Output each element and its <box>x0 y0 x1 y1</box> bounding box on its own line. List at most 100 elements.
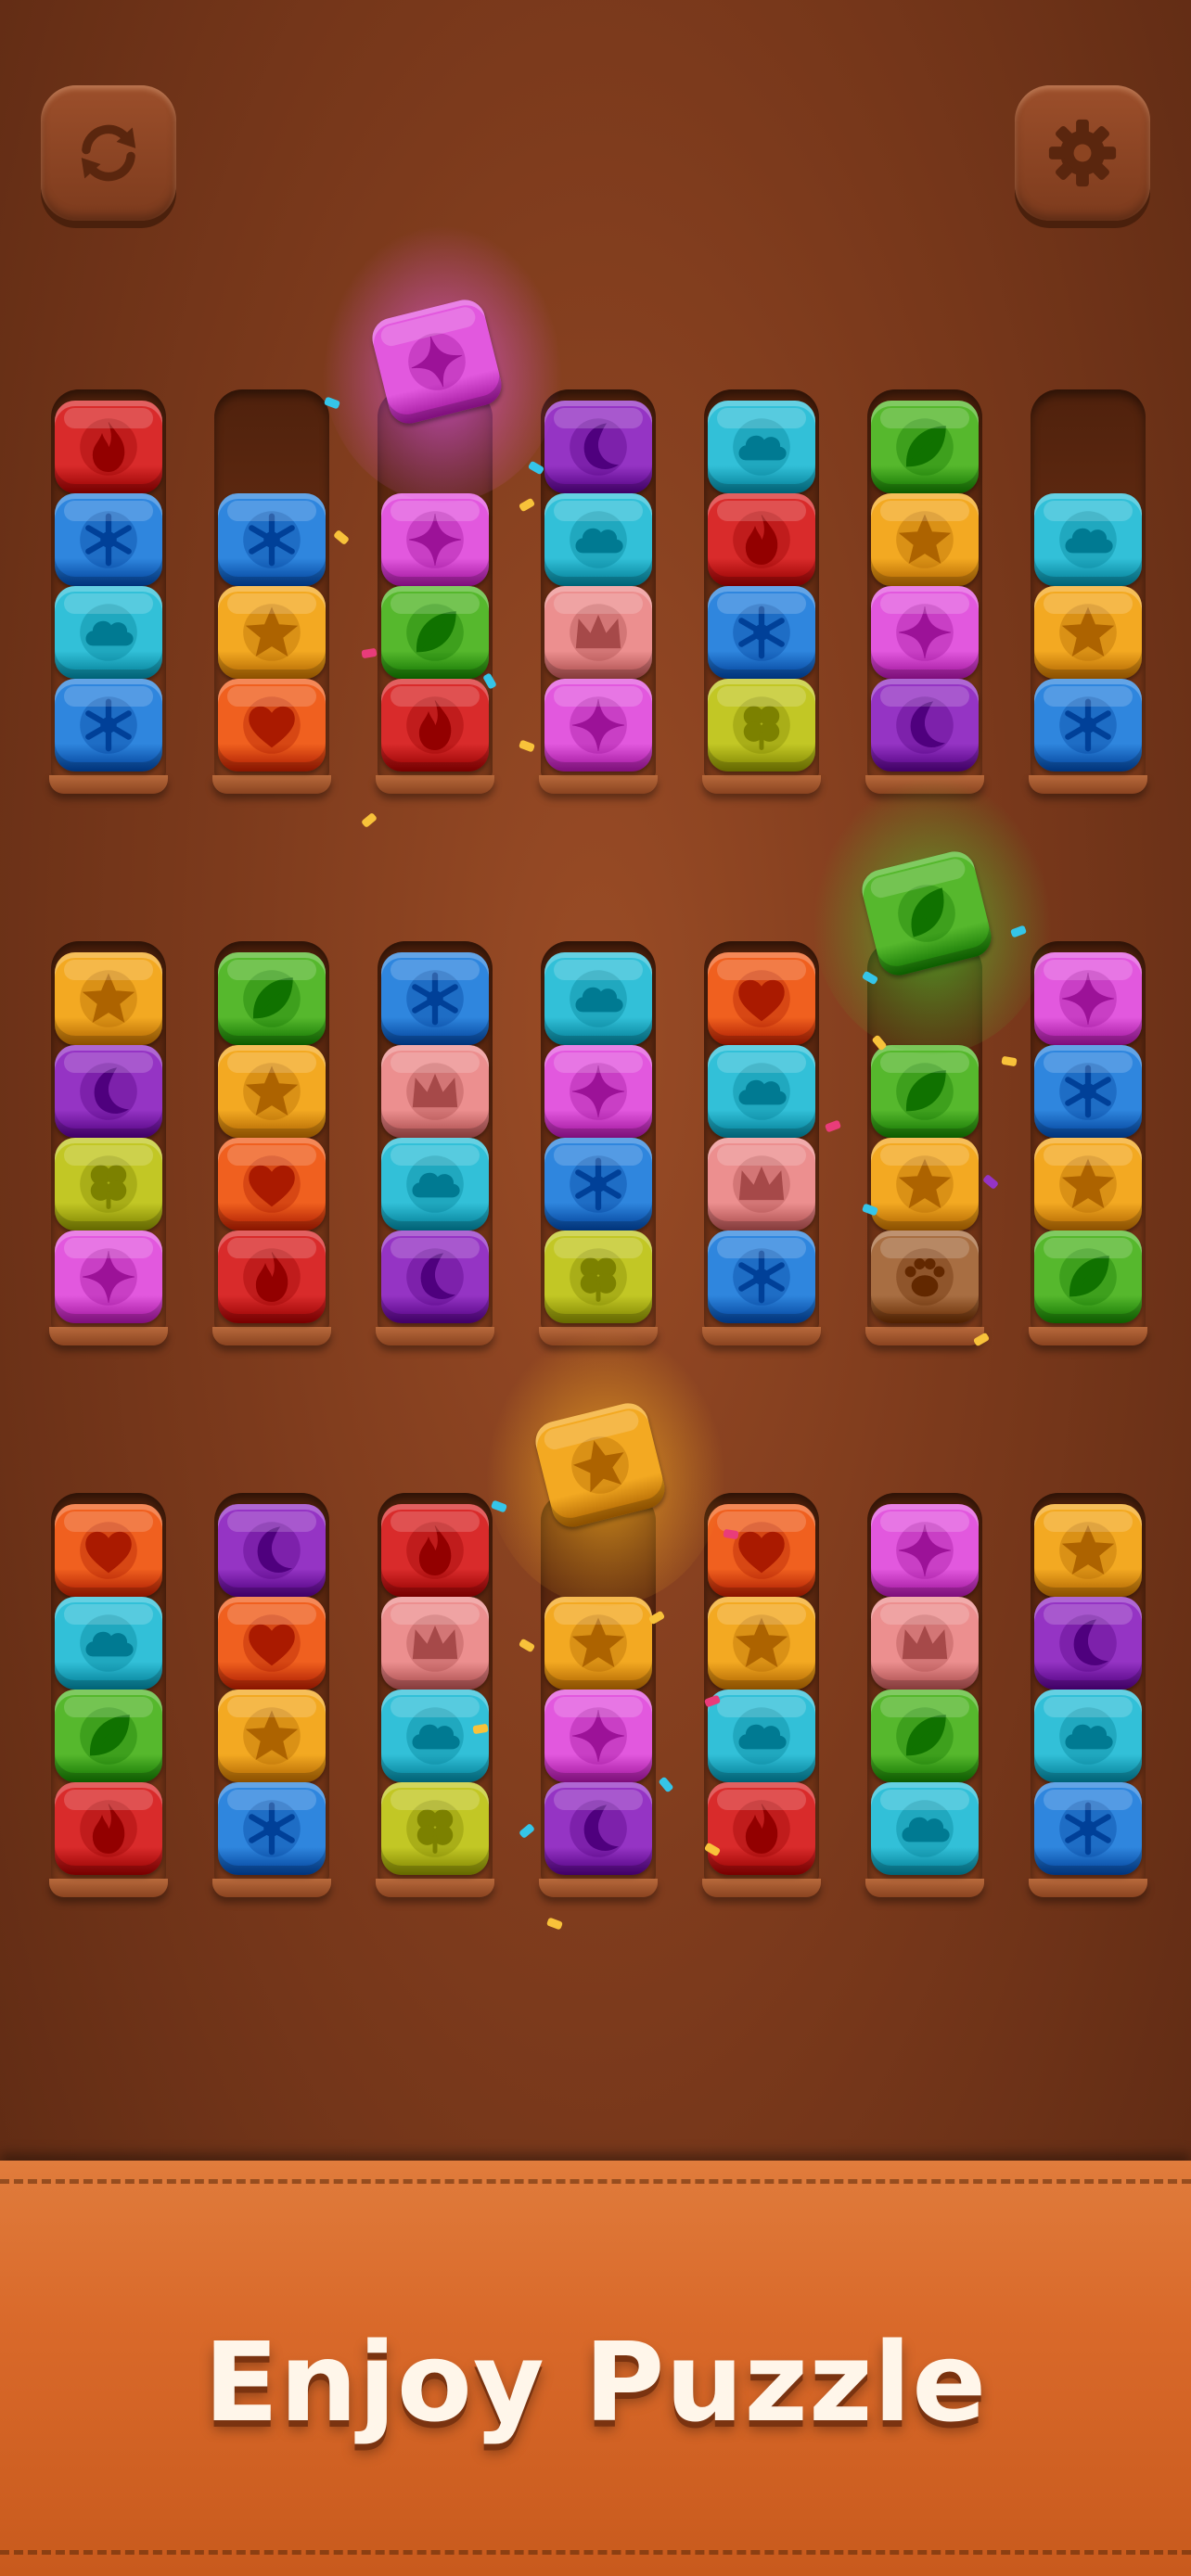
block-cyan[interactable] <box>381 1690 489 1782</box>
block-purple[interactable] <box>544 1782 652 1875</box>
block-cyan[interactable] <box>708 1045 815 1138</box>
block-red[interactable] <box>708 493 815 586</box>
block-blue[interactable] <box>218 493 326 586</box>
block-red[interactable] <box>55 1782 162 1875</box>
block-blue[interactable] <box>55 493 162 586</box>
block-orange[interactable] <box>218 679 326 772</box>
block-yellow[interactable] <box>1034 1504 1142 1597</box>
block-yellow[interactable] <box>218 586 326 679</box>
tube-base <box>1029 775 1147 794</box>
block-red[interactable] <box>55 401 162 493</box>
tube-base <box>49 1879 168 1897</box>
block-green[interactable] <box>871 401 979 493</box>
block-pink[interactable] <box>544 1690 652 1782</box>
settings-button[interactable] <box>1015 85 1150 221</box>
block-yellow[interactable] <box>218 1690 326 1782</box>
block-red[interactable] <box>218 1231 326 1323</box>
block-pink[interactable] <box>544 1045 652 1138</box>
block-pink[interactable] <box>381 493 489 586</box>
star-icon <box>243 1063 301 1120</box>
block-red[interactable] <box>381 679 489 772</box>
block-purple[interactable] <box>1034 1597 1142 1690</box>
block-yellow[interactable] <box>218 1045 326 1138</box>
block-salmon[interactable] <box>381 1045 489 1138</box>
block-green[interactable] <box>381 586 489 679</box>
cloud-icon <box>733 1707 790 1765</box>
block-lime[interactable] <box>708 679 815 772</box>
block-orange[interactable] <box>218 1138 326 1231</box>
block-cyan[interactable] <box>1034 1690 1142 1782</box>
block-cyan[interactable] <box>871 1782 979 1875</box>
tube-base <box>865 775 984 794</box>
block-cyan[interactable] <box>55 1597 162 1690</box>
block-yellow[interactable] <box>871 493 979 586</box>
block-lime[interactable] <box>544 1231 652 1323</box>
block-pink[interactable] <box>544 679 652 772</box>
block-purple[interactable] <box>381 1231 489 1323</box>
block-cyan[interactable] <box>55 586 162 679</box>
cloud-icon <box>80 1614 137 1672</box>
block-cyan[interactable] <box>381 1138 489 1231</box>
block-pink[interactable] <box>871 586 979 679</box>
block-cyan[interactable] <box>708 1690 815 1782</box>
block-blue[interactable] <box>708 586 815 679</box>
block-purple[interactable] <box>218 1504 326 1597</box>
block-orange[interactable] <box>55 1504 162 1597</box>
block-yellow[interactable] <box>1034 1138 1142 1231</box>
block-lime[interactable] <box>381 1782 489 1875</box>
block-red[interactable] <box>708 1782 815 1875</box>
flame-icon <box>80 418 137 476</box>
block-blue[interactable] <box>55 679 162 772</box>
block-blue[interactable] <box>1034 1045 1142 1138</box>
block-yellow[interactable] <box>55 952 162 1045</box>
block-green[interactable] <box>871 1690 979 1782</box>
block-lime[interactable] <box>55 1138 162 1231</box>
block-yellow[interactable] <box>871 1138 979 1231</box>
star-icon <box>571 1436 629 1494</box>
block-green[interactable] <box>218 952 326 1045</box>
gear-icon <box>1048 119 1117 187</box>
block-orange[interactable] <box>708 1504 815 1597</box>
confetti-piece <box>1001 1055 1018 1067</box>
block-green[interactable] <box>871 1045 979 1138</box>
block-blue[interactable] <box>1034 679 1142 772</box>
block-purple[interactable] <box>544 401 652 493</box>
block-cyan[interactable] <box>544 493 652 586</box>
game-board <box>0 0 1191 2161</box>
sparkle-icon <box>570 1707 627 1765</box>
banner-title: Enjoy Puzzle <box>203 2318 988 2446</box>
block-blue[interactable] <box>1034 1782 1142 1875</box>
block-purple[interactable] <box>871 679 979 772</box>
block-cyan[interactable] <box>708 401 815 493</box>
block-blue[interactable] <box>218 1782 326 1875</box>
block-yellow[interactable] <box>544 1597 652 1690</box>
block-green[interactable] <box>55 1690 162 1782</box>
block-blue[interactable] <box>544 1138 652 1231</box>
tube-base <box>702 1879 821 1897</box>
block-red[interactable] <box>381 1504 489 1597</box>
snowflake-icon <box>733 604 790 661</box>
block-orange[interactable] <box>218 1597 326 1690</box>
block-cyan[interactable] <box>1034 493 1142 586</box>
cloud-icon <box>570 511 627 568</box>
block-salmon[interactable] <box>871 1597 979 1690</box>
block-salmon[interactable] <box>544 586 652 679</box>
block-blue[interactable] <box>381 952 489 1045</box>
block-pink[interactable] <box>871 1504 979 1597</box>
star-icon <box>733 1614 790 1672</box>
block-green[interactable] <box>1034 1231 1142 1323</box>
block-salmon[interactable] <box>708 1138 815 1231</box>
block-blue[interactable] <box>708 1231 815 1323</box>
block-salmon[interactable] <box>381 1597 489 1690</box>
block-yellow[interactable] <box>1034 586 1142 679</box>
block-pink[interactable] <box>55 1231 162 1323</box>
block-orange[interactable] <box>708 952 815 1045</box>
block-yellow[interactable] <box>708 1597 815 1690</box>
sparkle-icon <box>406 511 464 568</box>
block-purple[interactable] <box>55 1045 162 1138</box>
block-cyan[interactable] <box>544 952 652 1045</box>
restart-button[interactable] <box>41 85 176 221</box>
tube-base <box>376 1879 494 1897</box>
block-brown[interactable] <box>871 1231 979 1323</box>
block-pink[interactable] <box>1034 952 1142 1045</box>
